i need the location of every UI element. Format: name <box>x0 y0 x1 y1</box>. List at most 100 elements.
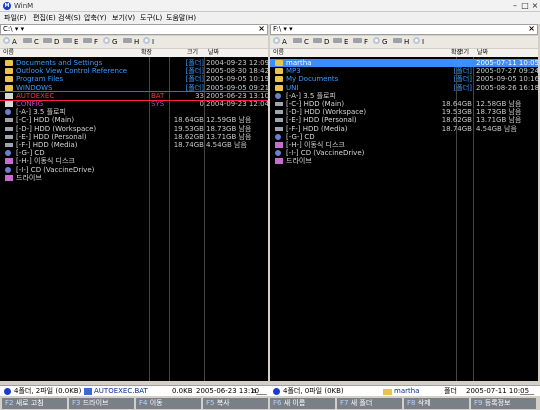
drive-a-button[interactable]: A <box>3 37 17 47</box>
drive-c-button[interactable]: C <box>293 37 309 47</box>
file-row[interactable]: 드라이브 <box>270 157 538 165</box>
drive-letter: D <box>54 38 60 46</box>
fkey-f5-button[interactable]: F5 복사 <box>203 398 268 409</box>
hard-drive-icon <box>275 126 283 131</box>
file-row[interactable]: Program Files [폴더] 2005-09-05 10:19 <box>0 75 268 83</box>
menu-search[interactable]: 검색(S) <box>58 13 81 23</box>
disc-icon <box>273 37 280 44</box>
fkey-action: 삭제 <box>417 399 431 407</box>
drive-i-button[interactable]: I <box>143 37 154 47</box>
fkey-f9-button[interactable]: F9 등록정보 <box>471 398 536 409</box>
file-row[interactable]: AUTOEXEC BAT 33 2005-06-23 13:10 <box>0 90 268 101</box>
file-row[interactable]: [-D-] HDD (Workspace) 19.53GB 18.73GB 남음 <box>270 108 538 116</box>
file-row[interactable]: CONFIG SYS 0 2004-09-23 12:04 <box>0 100 268 108</box>
file-date: 4.54GB 남음 <box>476 124 517 133</box>
file-name: [-D-] HDD (Workspace) <box>16 124 97 133</box>
file-row[interactable]: My Documents [폴더] 2005-09-05 10:16 <box>270 75 538 83</box>
menu-view[interactable]: 보기(V) <box>112 13 135 23</box>
file-row[interactable]: Documents and Settings [폴더] 2004-09-23 12:… <box>0 59 268 67</box>
col-date[interactable]: 날짜 <box>477 49 488 57</box>
drive-d-button[interactable]: D <box>43 37 59 47</box>
cd-icon <box>5 150 11 157</box>
drive-d-button[interactable]: D <box>313 37 329 47</box>
drive-g-button[interactable]: G <box>373 37 387 47</box>
removable-disk-icon <box>5 158 13 165</box>
menu-file[interactable]: 파일(F) <box>4 13 26 23</box>
hard-drive-icon <box>5 143 13 147</box>
col-size[interactable]: 크기 <box>458 49 469 57</box>
file-row[interactable]: Outlook View Control Reference [폴더] 2005-0… <box>0 67 268 75</box>
file-row[interactable]: [-D-] HDD (Workspace) 19.53GB 18.73GB 남음 <box>0 125 268 133</box>
drive-e-button[interactable]: E <box>333 37 348 47</box>
file-icon <box>5 101 13 107</box>
col-size[interactable]: 크기 <box>187 49 198 57</box>
file-name: [-D-] HDD (Workspace) <box>286 108 367 117</box>
file-row[interactable]: [-G-] CD <box>270 133 538 141</box>
file-row[interactable]: martha [폴더] 2005-07-11 10:05 <box>270 59 538 67</box>
fkey-f3-button[interactable]: F3 드라이브 <box>69 398 134 409</box>
file-row[interactable]: [-E-] HDD (Personal) 18.62GB 13.71GB 남음 <box>270 116 538 124</box>
menu-tools[interactable]: 도구(L) <box>140 13 162 23</box>
right-close-icon[interactable]: × <box>528 24 535 34</box>
hard-drive-icon <box>275 110 283 115</box>
file-row[interactable]: WINDOWS [폴더] 2005-09-05 09:21 <box>0 84 268 92</box>
fkey-f2-button[interactable]: F2 새로 고침 <box>2 398 67 409</box>
file-row[interactable]: [-I-] CD (VaccineDrive) <box>0 166 268 174</box>
drive-f-button[interactable]: F <box>353 37 368 47</box>
fkey-f6-button[interactable]: F6 새 이름 <box>270 398 335 409</box>
file-row[interactable]: [-C-] HDD (Main) 18.64GB 12.59GB 남음 <box>0 116 268 124</box>
drive-a-button[interactable]: A <box>273 37 287 47</box>
file-row[interactable]: [-A-] 3.5 플로피 <box>0 108 268 116</box>
file-row[interactable]: [-H-] 이동식 디스크 <box>270 141 538 149</box>
drive-icon <box>43 38 52 43</box>
col-ext[interactable]: 확장 <box>141 49 152 57</box>
menu-compress[interactable]: 압축(Y) <box>84 13 107 23</box>
drive-i-button[interactable]: I <box>413 37 424 47</box>
left-path[interactable]: C:\ ▾ ▾ <box>3 25 24 34</box>
right-status-summary: 4폴더, 0파일 (0KB) <box>283 387 344 395</box>
file-row[interactable]: [-E-] HDD (Personal) 18.62GB 13.71GB 남음 <box>0 133 268 141</box>
drive-g-button[interactable]: G <box>103 37 117 47</box>
file-row[interactable]: MP3 [폴더] 2005-07-27 09:24 <box>270 67 538 75</box>
menu-edit[interactable]: 편집(E) <box>33 13 56 23</box>
file-ext: SYS <box>151 100 165 108</box>
col-date[interactable]: 날짜 <box>208 49 219 57</box>
right-file-list[interactable]: martha [폴더] 2005-07-11 10:05 MP3 [폴더] 2005-07… <box>270 57 538 381</box>
file-row[interactable]: [-H-] 이동식 디스크 <box>0 157 268 165</box>
drive-c-button[interactable]: C <box>23 37 39 47</box>
col-name[interactable]: 이름 <box>3 49 14 57</box>
col-name[interactable]: 이름 <box>273 49 284 57</box>
file-row[interactable]: [-I-] CD (VaccineDrive) <box>270 149 538 157</box>
menu-help[interactable]: 도움말(H) <box>166 13 196 23</box>
file-name: [-I-] CD (VaccineDrive) <box>16 165 95 174</box>
maximize-button[interactable]: □ <box>520 0 530 11</box>
file-row[interactable]: [-A-] 3.5 플로피 <box>270 92 538 100</box>
file-row[interactable]: UNI [폴더] 2005-08-26 16:18 <box>270 84 538 92</box>
file-name: 드라이브 <box>286 157 312 166</box>
fkey-label: F9 <box>474 399 483 407</box>
left-path-bar[interactable]: C:\ ▾ ▾ × <box>0 24 268 35</box>
right-path[interactable]: F:\ ▾ ▾ <box>273 25 293 34</box>
file-row[interactable]: [-F-] HDD (Media) 18.74GB 4.54GB 남음 <box>0 141 268 149</box>
fkey-label: F4 <box>139 399 148 407</box>
file-name: [-C-] HDD (Main) <box>16 116 75 125</box>
drive-h-button[interactable]: H <box>123 37 139 47</box>
drive-e-button[interactable]: E <box>63 37 78 47</box>
file-row[interactable]: [-F-] HDD (Media) 18.74GB 4.54GB 남음 <box>270 125 538 133</box>
fkey-f8-button[interactable]: F8 삭제 <box>404 398 469 409</box>
file-name: martha <box>286 59 312 67</box>
left-file-list[interactable]: Documents and Settings [폴더] 2004-09-23 12:… <box>0 57 268 381</box>
left-close-icon[interactable]: × <box>258 24 265 34</box>
drive-h-button[interactable]: H <box>393 37 409 47</box>
close-window-button[interactable]: × <box>530 0 540 11</box>
fkey-f7-button[interactable]: F7 새 폴더 <box>337 398 402 409</box>
minimize-button[interactable]: – <box>510 0 520 11</box>
file-row[interactable]: [-G-] CD <box>0 149 268 157</box>
file-row[interactable]: [-C-] HDD (Main) 18.64GB 12.58GB 남음 <box>270 100 538 108</box>
drive-f-button[interactable]: F <box>83 37 98 47</box>
file-date: 12.59GB 남음 <box>206 116 252 125</box>
right-path-bar[interactable]: F:\ ▾ ▾ × <box>270 24 538 35</box>
file-row[interactable]: 드라이브 <box>0 174 268 182</box>
fkey-f4-button[interactable]: F4 이동 <box>136 398 201 409</box>
file-name: [-H-] 이동식 디스크 <box>286 141 345 149</box>
